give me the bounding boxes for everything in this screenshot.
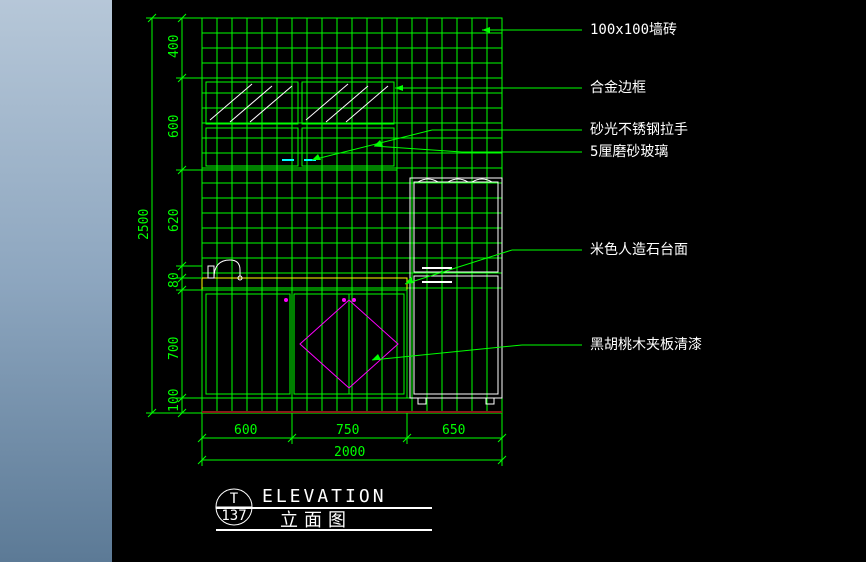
faucet xyxy=(208,260,242,280)
label-panel: 黑胡桃木夹板清漆 xyxy=(590,337,702,353)
tile-grid xyxy=(202,18,502,413)
title-cn: 立面图 xyxy=(280,510,352,531)
dim-w-mid: 750 xyxy=(336,423,359,438)
label-counter: 米色人造石台面 xyxy=(590,241,688,258)
cad-drawing-canvas: 2500 400 600 620 80 700 100 600 750 650 … xyxy=(112,0,866,562)
dim-total-height: 2500 xyxy=(137,209,152,240)
title-block: T 137 ELEVATION 立面图 xyxy=(216,486,432,531)
refrigerator xyxy=(410,178,502,404)
label-glass: 5厘磨砂玻璃 xyxy=(590,143,668,160)
dim-total-width: 2000 xyxy=(334,445,365,460)
dim-h-gap: 620 xyxy=(167,209,182,232)
label-handle: 砂光不锈钢拉手 xyxy=(590,122,688,138)
label-tile: 100x100墙砖 xyxy=(590,22,677,38)
base-cabinets xyxy=(202,290,407,398)
dim-h-kick: 100 xyxy=(167,389,182,412)
sheet-code-bottom: 137 xyxy=(221,508,246,524)
upper-cabinet-block xyxy=(202,78,397,170)
app-gradient-sidebar xyxy=(0,0,120,562)
sheet-code-top: T xyxy=(230,491,239,507)
title-en: ELEVATION xyxy=(262,486,387,507)
dim-h-top: 400 xyxy=(167,35,182,58)
dim-w-left: 600 xyxy=(234,423,257,438)
dim-w-right: 650 xyxy=(442,423,465,438)
label-frame: 合金边框 xyxy=(590,80,646,96)
dim-h-counter: 80 xyxy=(167,272,182,288)
dim-h-cab: 600 xyxy=(167,115,182,138)
dim-h-base: 700 xyxy=(167,337,182,360)
